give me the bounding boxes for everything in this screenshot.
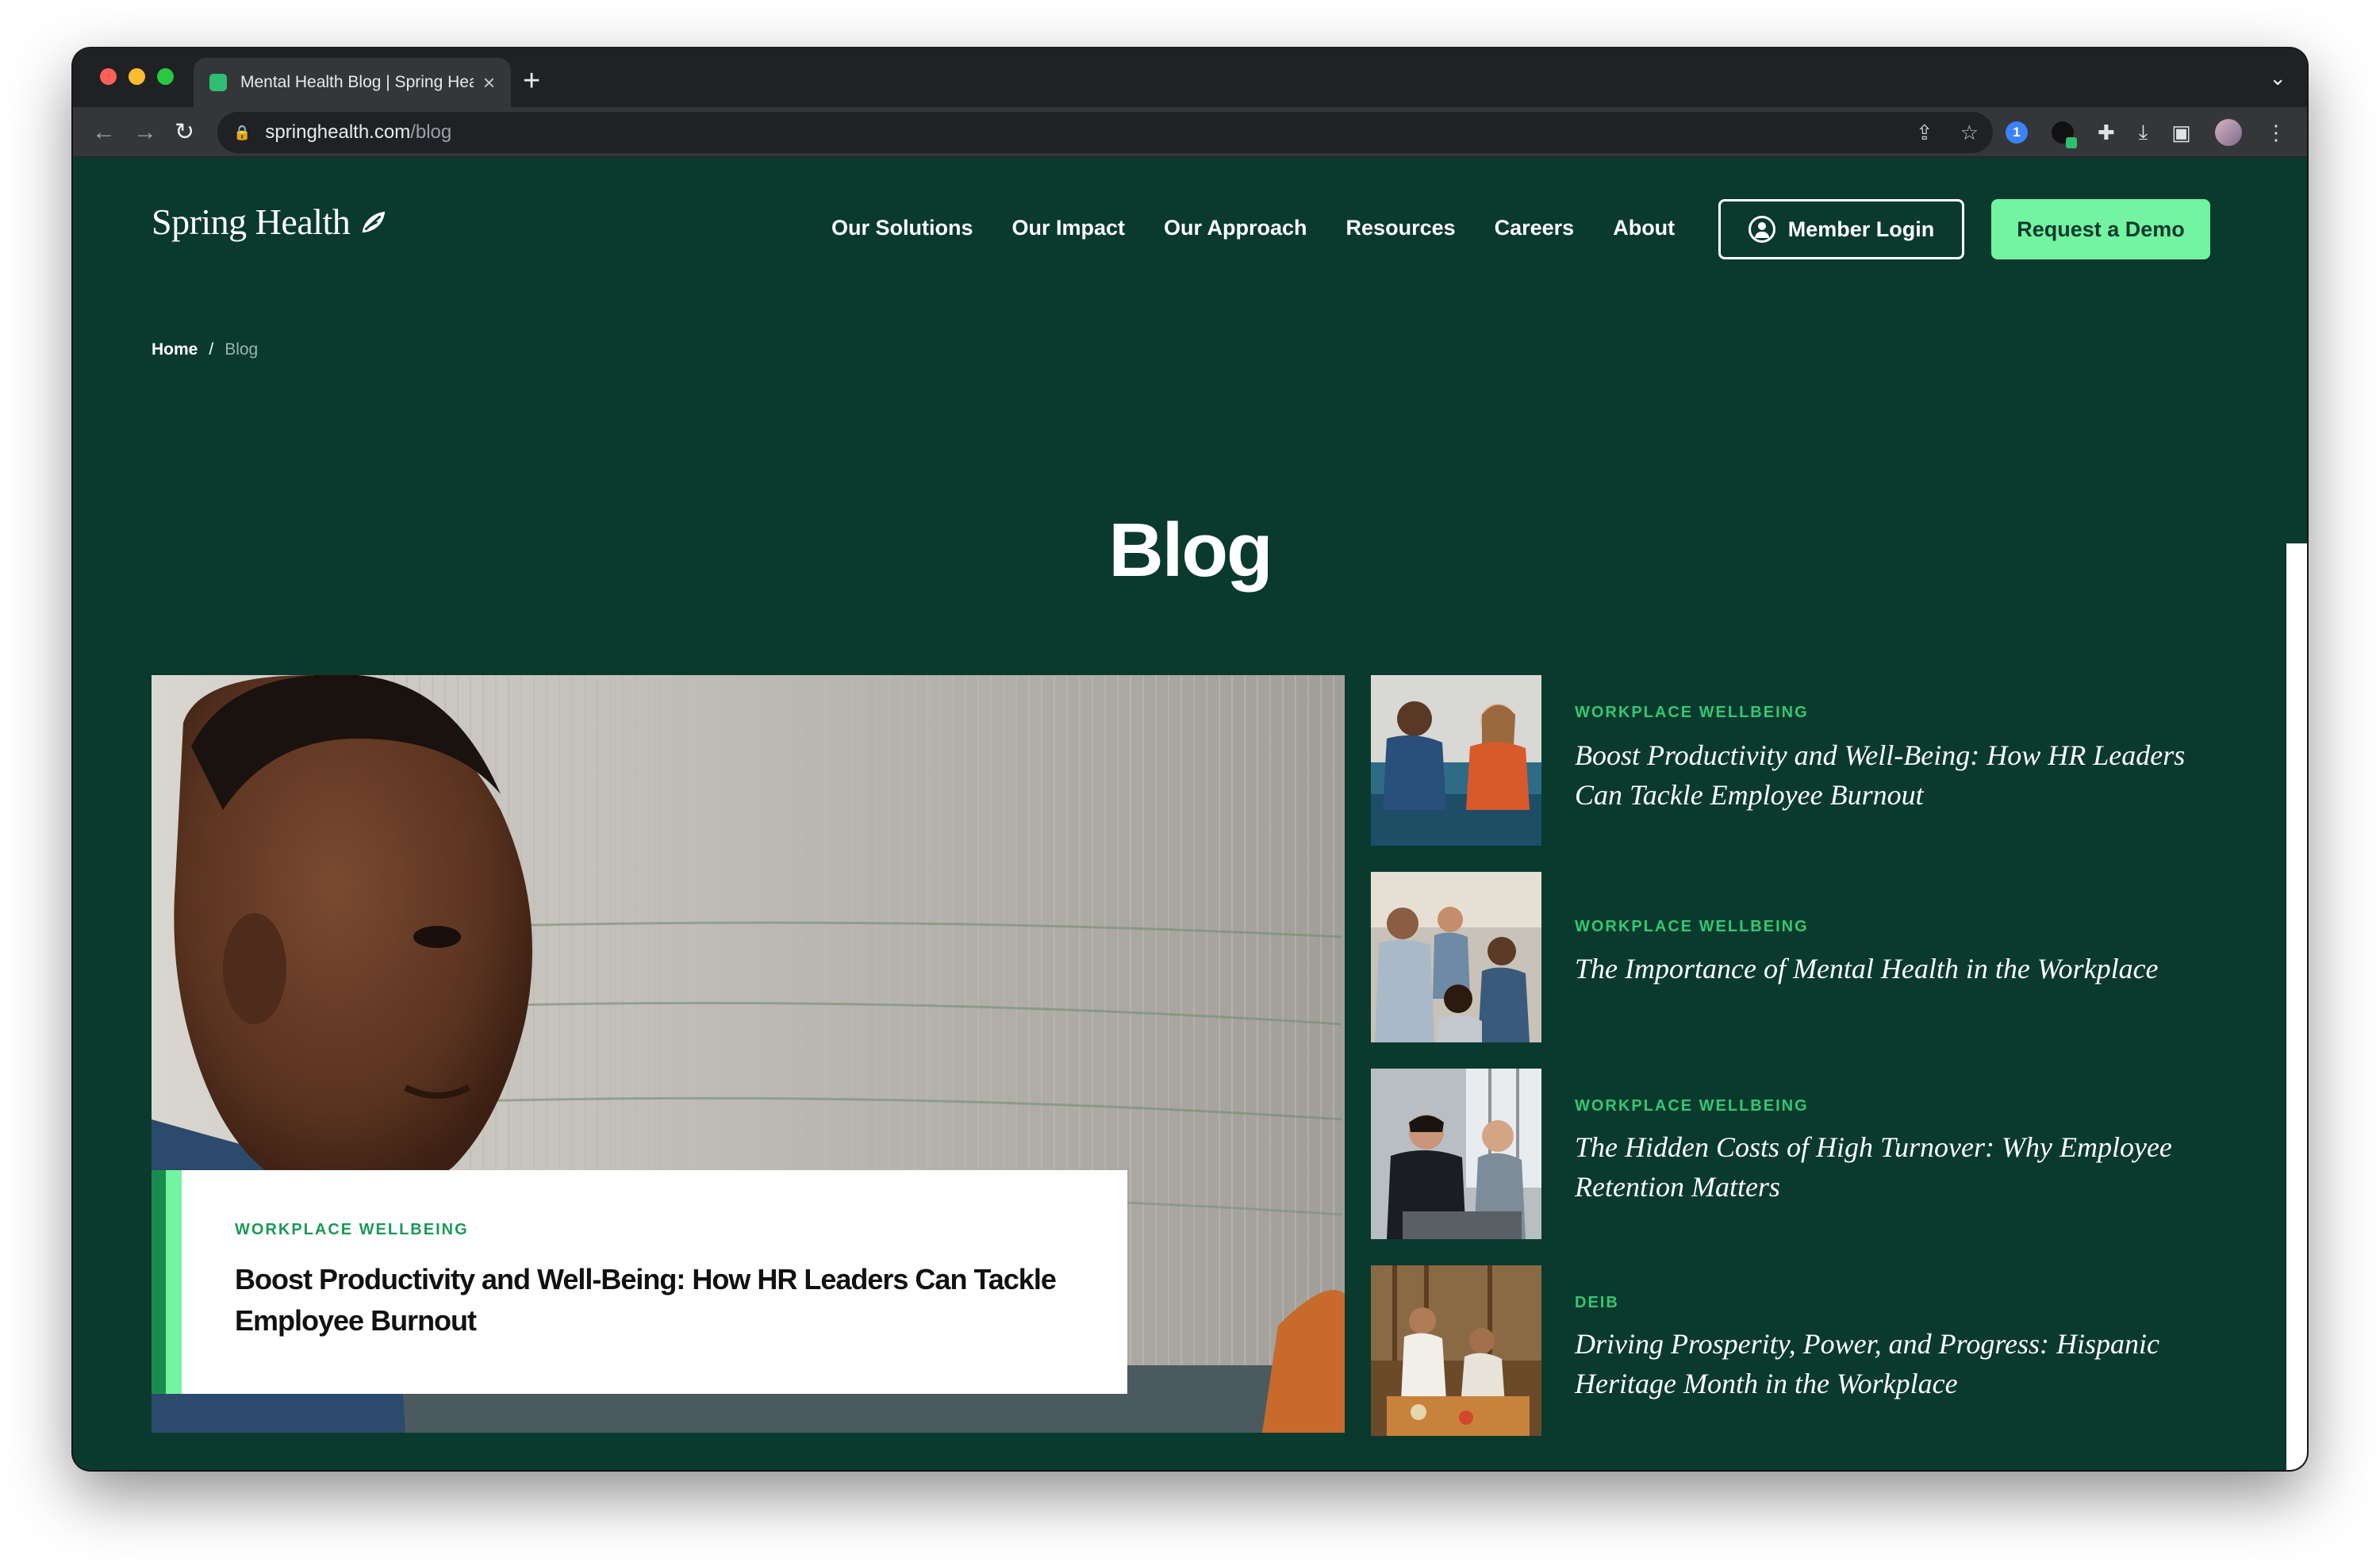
browser-tab-active[interactable]: Mental Health Blog | Spring Health × [194,58,511,107]
featured-tag: WORKPLACE WELLBEING [235,1221,469,1238]
thumbnail-image-4 [1371,1265,1541,1436]
breadcrumb-current: Blog [225,340,259,359]
member-login-label: Member Login [1787,217,1935,241]
nav-resources[interactable]: Resources [1346,216,1456,240]
extensions-area: 1 ✚ ⤓ ▣ ⋮ [2006,112,2286,153]
share-icon[interactable]: ⇪ [1916,112,1933,153]
profile-avatar[interactable] [2214,119,2242,146]
browser-toolbar: ← → ↻ 🔒 springhealth.com /blog ⇪ ☆ 1 ✚ ⤓… [73,107,2307,158]
featured-article[interactable]: WORKPLACE WELLBEING Boost Productivity a… [152,675,1345,1433]
browser-window: Mental Health Blog | Spring Health × + ⌄… [73,48,2307,1470]
main-nav: Our Solutions Our Impact Our Approach Re… [831,216,1714,240]
url-path: /blog [410,121,452,143]
article-tag: WORKPLACE WELLBEING [1575,918,1809,935]
featured-accent-bar [152,1170,166,1394]
article-list-item[interactable]: WORKPLACE WELLBEING The Hidden Costs of … [1371,1069,2212,1239]
forward-arrow-icon[interactable]: → [133,107,157,158]
site-logo[interactable]: Spring Health [152,201,388,243]
thumbnail-image-3 [1371,1069,1541,1239]
article-thumbnail[interactable] [1371,1265,1541,1436]
featured-accent-bar-light [166,1170,182,1394]
tab-title: Mental Health Blog | Spring Health [240,73,474,91]
window-controls [100,68,174,85]
article-list-item[interactable]: WORKPLACE WELLBEING Boost Productivity a… [1371,675,2212,846]
back-arrow-icon[interactable]: ← [92,107,116,158]
featured-title[interactable]: Boost Productivity and Well-Being: How H… [235,1259,1060,1341]
thumbnail-image-2 [1371,872,1541,1042]
puzzle-extensions-icon[interactable]: ✚ [2098,121,2115,145]
favicon-icon [209,74,227,91]
scrollbar[interactable] [2286,543,2307,1470]
nav-our-approach[interactable]: Our Approach [1164,216,1307,240]
article-title[interactable]: The Hidden Costs of High Turnover: Why E… [1575,1127,2209,1207]
featured-card[interactable]: WORKPLACE WELLBEING Boost Productivity a… [152,1170,1127,1394]
logo-text: Spring Health [152,202,351,242]
tab-strip: Mental Health Blog | Spring Health × + ⌄ [73,48,2307,107]
nav-careers[interactable]: Careers [1495,216,1575,240]
bookmark-star-icon[interactable]: ☆ [1960,112,1979,153]
article-tag: WORKPLACE WELLBEING [1575,704,1809,721]
download-icon[interactable]: ⤓ [2139,120,2148,145]
page-title: Blog [1108,508,1273,593]
article-thumbnail[interactable] [1371,872,1541,1042]
breadcrumb-separator: / [209,340,214,359]
article-tag: DEIB [1575,1294,1619,1311]
page-content: Spring Health Our Solutions Our Impact O… [73,158,2307,1470]
zoom-window-button[interactable] [157,68,174,85]
member-login-button[interactable]: Member Login [1718,199,1964,259]
user-circle-icon [1748,216,1775,243]
new-tab-button[interactable]: + [523,58,540,104]
article-thumbnail[interactable] [1371,1069,1541,1239]
request-demo-label: Request a Demo [2017,217,2185,241]
nav-about[interactable]: About [1613,216,1675,240]
address-bar[interactable]: 🔒 springhealth.com /blog ⇪ ☆ [217,112,1993,153]
omnibox-actions: ⇪ ☆ [1916,112,1979,153]
recorder-extension-icon[interactable] [2052,121,2077,148]
nav-our-solutions[interactable]: Our Solutions [831,216,973,240]
leaf-logo-icon [362,211,386,232]
article-list-item[interactable]: WORKPLACE WELLBEING The Importance of Me… [1371,872,2212,1042]
password-manager-icon[interactable]: 1 [2006,121,2028,144]
side-panel-icon[interactable]: ▣ [2171,121,2191,145]
url-host: springhealth.com [265,121,411,143]
more-menu-icon[interactable]: ⋮ [2266,121,2286,145]
close-window-button[interactable] [100,68,117,85]
nav-our-impact[interactable]: Our Impact [1012,216,1126,240]
lock-icon: 🔒 [233,124,251,140]
tab-search-icon[interactable]: ⌄ [2269,59,2286,96]
article-tag: WORKPLACE WELLBEING [1575,1097,1809,1115]
article-list-item[interactable]: DEIB Driving Prosperity, Power, and Prog… [1371,1265,2212,1436]
minimize-window-button[interactable] [129,68,145,85]
article-title[interactable]: The Importance of Mental Health in the W… [1575,949,2209,988]
thumbnail-image-1 [1371,675,1541,846]
article-title[interactable]: Driving Prosperity, Power, and Progress:… [1575,1324,2209,1403]
tab-close-icon[interactable]: × [483,71,495,95]
request-demo-button[interactable]: Request a Demo [1991,199,2210,259]
breadcrumb-home[interactable]: Home [152,340,198,359]
article-thumbnail[interactable] [1371,675,1541,846]
reload-icon[interactable]: ↻ [175,107,194,158]
article-title[interactable]: Boost Productivity and Well-Being: How H… [1575,735,2209,815]
breadcrumb: Home / Blog [152,340,258,359]
